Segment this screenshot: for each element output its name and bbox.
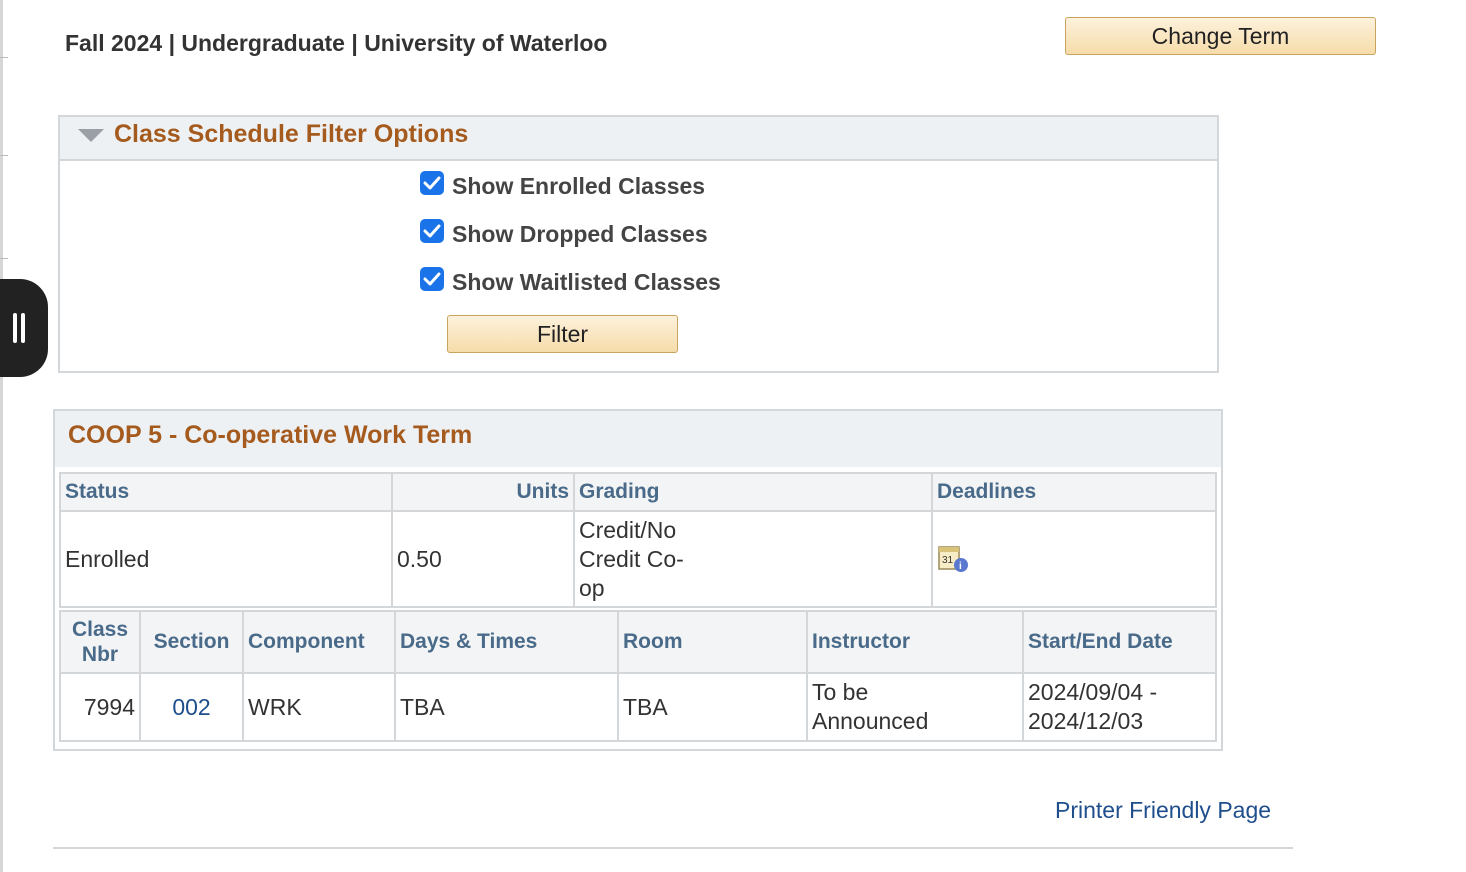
left-border [0,0,3,872]
dates-header: Start/End Date [1022,610,1217,674]
section-header: Section [139,610,244,674]
change-term-button[interactable]: Change Term [1065,17,1376,55]
collapse-triangle-icon[interactable] [78,129,104,142]
table-row: 7994 002 WRK TBA TBA To be Announced 202… [59,672,1217,742]
grading-line: Credit/No [579,516,677,543]
show-enrolled-label[interactable]: Show Enrolled Classes [452,173,705,200]
show-dropped-label[interactable]: Show Dropped Classes [452,221,708,248]
grading-value: Credit/No Credit Co- op [573,510,933,608]
left-border-tick [0,57,8,58]
dates-value: 2024/09/04 - 2024/12/03 [1022,672,1217,742]
instructor-line: To be [812,679,869,705]
units-header: Units [391,472,575,512]
class-nbr-value: 7994 [59,672,141,742]
status-header: Status [59,472,393,512]
room-value: TBA [617,672,808,742]
instructor-line: Announced [812,708,929,734]
svg-text:31: 31 [942,555,954,566]
course-panel: COOP 5 - Co-operative Work Term Status U… [53,409,1223,751]
course-header: COOP 5 - Co-operative Work Term [55,411,1221,467]
filter-options-title: Class Schedule Filter Options [114,120,469,148]
class-sections-table: Class Nbr Section Component Days & Times… [59,610,1217,742]
svg-text:i: i [959,561,962,572]
section-link[interactable]: 002 [139,672,244,742]
instructor-value: To be Announced [806,672,1024,742]
show-waitlisted-checkbox[interactable] [420,267,444,291]
side-panel-handle[interactable] [0,279,48,377]
units-value: 0.50 [391,510,575,608]
days-times-value: TBA [394,672,619,742]
left-border-tick [0,155,8,156]
deadlines-header: Deadlines [931,472,1217,512]
left-border-tick [0,258,8,259]
days-times-header: Days & Times [394,610,619,674]
dates-line: 2024/12/03 [1028,708,1144,734]
class-nbr-header: Class Nbr [59,610,141,674]
course-title: COOP 5 - Co-operative Work Term [68,421,473,449]
class-header-row: Class Nbr Section Component Days & Times… [59,610,1217,674]
handle-grip-icon [21,313,25,343]
handle-grip-icon [13,313,17,343]
component-header: Component [242,610,396,674]
grading-header: Grading [573,472,933,512]
course-summary-table: Status Units Grading Deadlines Enrolled … [59,472,1217,608]
deadline-calendar-icon[interactable]: 31 i [937,543,971,575]
room-header: Room [617,610,808,674]
status-value: Enrolled [59,510,393,608]
dates-line: 2024/09/04 - [1028,679,1158,705]
grading-line: op [579,574,605,601]
printer-friendly-link[interactable]: Printer Friendly Page [1055,797,1271,824]
bottom-divider [53,847,1293,849]
deadlines-cell: 31 i [931,510,1217,608]
instructor-header: Instructor [806,610,1024,674]
filter-options-header[interactable]: Class Schedule Filter Options [60,117,1217,161]
term-title: Fall 2024 | Undergraduate | University o… [65,30,608,56]
show-dropped-checkbox[interactable] [420,219,444,243]
class-nbr-header-line: Class [71,618,129,641]
filter-button[interactable]: Filter [447,315,678,353]
summary-header-row: Status Units Grading Deadlines [59,472,1217,512]
show-enrolled-checkbox[interactable] [420,171,444,195]
show-waitlisted-label[interactable]: Show Waitlisted Classes [452,269,721,296]
grading-line: Credit Co- [579,545,684,572]
summary-row: Enrolled 0.50 Credit/No Credit Co- op 31… [59,510,1217,608]
class-nbr-header-line: Nbr [81,643,119,666]
component-value: WRK [242,672,396,742]
